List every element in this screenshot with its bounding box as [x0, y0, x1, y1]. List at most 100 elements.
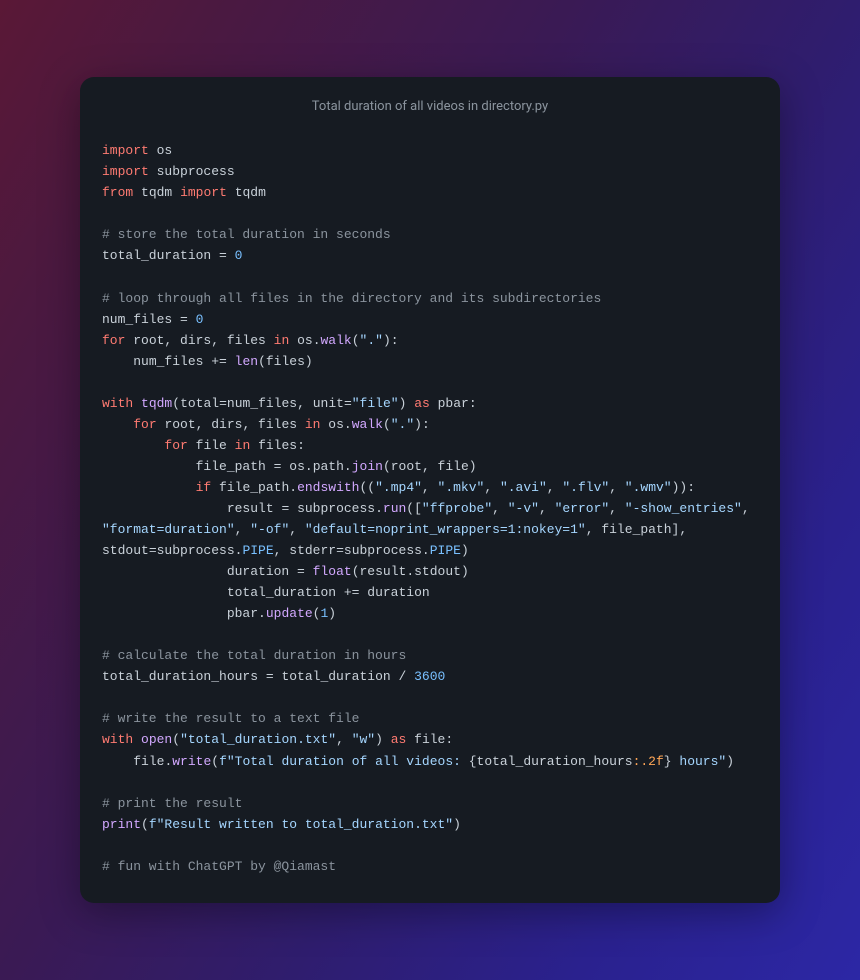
kw-import: import: [180, 185, 227, 200]
comment: # store the total duration in seconds: [102, 227, 391, 242]
string: "file": [352, 396, 399, 411]
identifier: total_duration: [102, 248, 219, 263]
comment: # fun with ChatGPT by @Qiamast: [102, 859, 336, 874]
module: subprocess: [297, 501, 375, 516]
operator-incr: +=: [211, 354, 227, 369]
fn-open: open: [141, 732, 172, 747]
identifier: total_duration_hours: [477, 754, 633, 769]
name-tqdm: tqdm: [235, 185, 266, 200]
module: os: [297, 333, 313, 348]
string: ".mp4": [375, 480, 422, 495]
fn-endswith: endswith: [297, 480, 359, 495]
identifiers: root, dirs, files: [133, 333, 273, 348]
fstring: f"Total duration of all videos:: [219, 754, 469, 769]
constant-pipe: PIPE: [430, 543, 461, 558]
comment: # loop through all files in the director…: [102, 291, 601, 306]
string: ".": [360, 333, 383, 348]
arg: files: [266, 354, 305, 369]
kw-if: if: [196, 480, 212, 495]
card-title: Total duration of all videos in director…: [102, 99, 758, 114]
string: "error": [555, 501, 610, 516]
kw-import: import: [102, 164, 149, 179]
kw-in: in: [274, 333, 290, 348]
identifier: file: [133, 754, 164, 769]
identifier: total_duration: [281, 669, 398, 684]
string: ".mkv": [438, 480, 485, 495]
fstring-spec: :.2f: [633, 754, 664, 769]
identifier: num_files: [102, 312, 180, 327]
string: ".": [391, 417, 414, 432]
kw-for: for: [164, 438, 187, 453]
string: "format=duration": [102, 522, 235, 537]
module-os: os: [157, 143, 173, 158]
identifier: result: [360, 564, 407, 579]
submodule: path: [313, 459, 344, 474]
string: "ffprobe": [422, 501, 492, 516]
comment: # calculate the total duration in hours: [102, 648, 406, 663]
kwarg: stdout: [102, 543, 149, 558]
args: root, file: [391, 459, 469, 474]
identifier: file_path: [219, 480, 289, 495]
string: "total_duration.txt": [180, 732, 336, 747]
kw-for: for: [133, 417, 156, 432]
identifier: file: [196, 438, 235, 453]
fn-update: update: [266, 606, 313, 621]
kw-with: with: [102, 732, 133, 747]
fn-walk: walk: [352, 417, 383, 432]
identifier: pbar: [438, 396, 469, 411]
fn-run: run: [383, 501, 406, 516]
identifier: num_files: [133, 354, 211, 369]
identifier: duration: [367, 585, 429, 600]
fn-write: write: [172, 754, 211, 769]
kw-in: in: [235, 438, 251, 453]
kw-as: as: [414, 396, 430, 411]
string: ".wmv": [625, 480, 672, 495]
identifier: file_path: [196, 459, 274, 474]
module-subprocess: subprocess: [157, 164, 235, 179]
kw-in: in: [305, 417, 321, 432]
fstring: hours": [672, 754, 727, 769]
fn-join: join: [352, 459, 383, 474]
module-tqdm: tqdm: [141, 185, 172, 200]
kwarg: unit: [313, 396, 344, 411]
identifier: result: [227, 501, 282, 516]
module: subprocess: [344, 543, 422, 558]
string: "-show_entries": [625, 501, 742, 516]
identifier: files: [258, 438, 297, 453]
module: os: [289, 459, 305, 474]
identifier: file: [414, 732, 445, 747]
identifier: total_duration_hours: [102, 669, 266, 684]
fn-print: print: [102, 817, 141, 832]
number: 0: [196, 312, 204, 327]
fn-tqdm: tqdm: [141, 396, 172, 411]
identifier: duration: [227, 564, 297, 579]
string: "-of": [250, 522, 289, 537]
operator-assign: =: [297, 564, 305, 579]
code-card: Total duration of all videos in director…: [80, 77, 780, 903]
operator-assign: =: [180, 312, 188, 327]
string: ".flv": [562, 480, 609, 495]
kw-from: from: [102, 185, 133, 200]
number: 3600: [414, 669, 445, 684]
fstring: f"Result written to total_duration.txt": [149, 817, 453, 832]
identifier: total_duration: [227, 585, 344, 600]
kwarg: total: [180, 396, 219, 411]
operator-assign: =: [219, 248, 227, 263]
code-block: import os import subprocess from tqdm im…: [102, 140, 758, 877]
fn-float: float: [313, 564, 352, 579]
identifier: pbar: [227, 606, 258, 621]
fstring-brace: {: [469, 754, 477, 769]
kw-for: for: [102, 333, 125, 348]
kw-import: import: [102, 143, 149, 158]
fn-len: len: [235, 354, 258, 369]
operator-assign: =: [266, 669, 274, 684]
identifier: file_path: [601, 522, 671, 537]
kw-with: with: [102, 396, 133, 411]
operator-incr: +=: [344, 585, 360, 600]
string: "w": [352, 732, 375, 747]
string: ".avi": [500, 480, 547, 495]
constant-pipe: PIPE: [242, 543, 273, 558]
string: "-v": [508, 501, 539, 516]
module: os: [328, 417, 344, 432]
comment: # print the result: [102, 796, 242, 811]
